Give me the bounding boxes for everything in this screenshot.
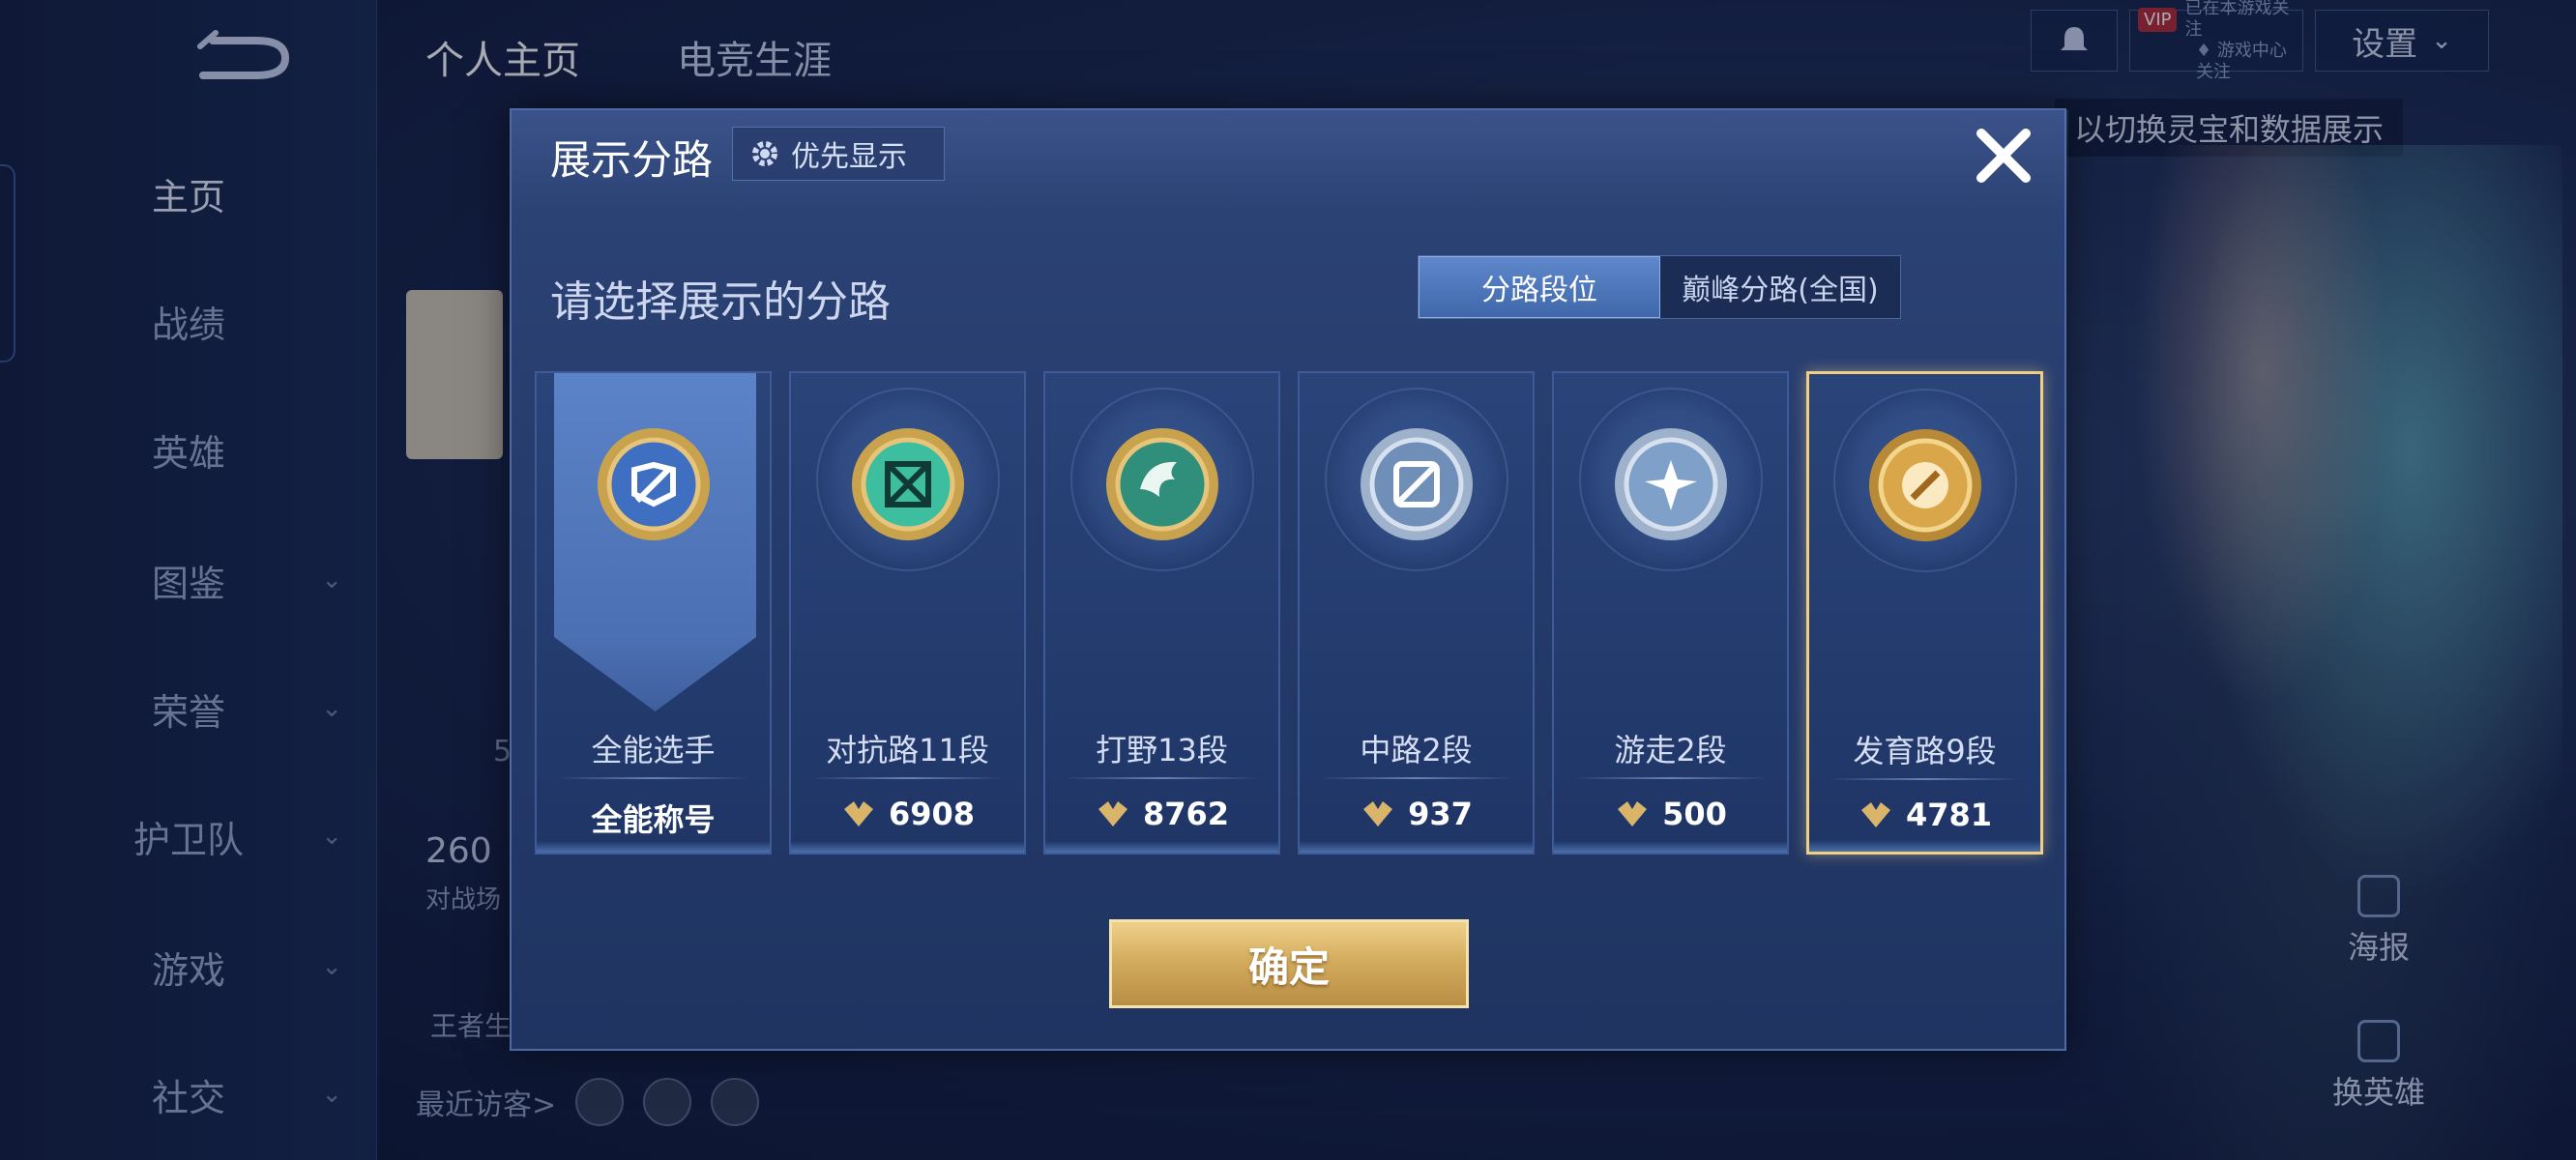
tab-lane-rank[interactable]: 分路段位: [1419, 256, 1660, 318]
lane-name: 全能选手: [591, 732, 716, 768]
lane-score-value: 500: [1662, 796, 1727, 832]
tab-peak-lane-national[interactable]: 巅峰分路(全国): [1660, 256, 1900, 318]
divider: [1319, 777, 1513, 779]
farm-lane-emblem-icon: [1868, 429, 1981, 541]
rank-points-icon: [1098, 801, 1127, 826]
lane-name: 打野13段: [1096, 732, 1228, 768]
lane-card-list: 全能选手 全能称号 对抗路11段 6908 打野13段 8762 中路2段 93…: [535, 371, 2043, 855]
lane-card-roam[interactable]: 游走2段 500: [1552, 371, 1789, 855]
card-foot-glow: [537, 841, 770, 853]
lane-score-value: 937: [1408, 796, 1473, 832]
lane-name: 对抗路11段: [826, 732, 989, 768]
lane-mode-switch: 分路段位 巅峰分路(全国): [1418, 255, 1901, 319]
lane-score: 6908: [791, 796, 1024, 832]
lane-card-jungle[interactable]: 打野13段 8762: [1043, 371, 1280, 855]
dialog-title: 展示分路: [550, 136, 714, 184]
card-foot-glow: [1809, 840, 2040, 852]
lane-card-farm[interactable]: 发育路9段 4781: [1806, 371, 2043, 855]
roam-emblem-icon: [1614, 428, 1727, 540]
divider: [1573, 777, 1768, 779]
lane-card-all-round[interactable]: 全能选手 全能称号: [535, 371, 772, 855]
lane-score: 937: [1300, 796, 1533, 832]
confirm-button[interactable]: 确定: [1109, 919, 1469, 1008]
card-foot-glow: [791, 841, 1024, 853]
rank-points-icon: [843, 801, 873, 826]
lane-card-clash[interactable]: 对抗路11段 6908: [789, 371, 1026, 855]
all-round-emblem-icon: [597, 428, 710, 540]
lane-score: 4781: [1809, 797, 2040, 833]
confirm-label: 确定: [1247, 942, 1330, 991]
divider: [556, 777, 750, 779]
rank-points-icon: [1363, 801, 1393, 826]
card-foot-glow: [1300, 841, 1533, 853]
mid-lane-emblem-icon: [1360, 428, 1473, 540]
lane-name: 发育路9段: [1853, 733, 1997, 769]
clash-lane-emblem-icon: [851, 428, 964, 540]
divider: [810, 777, 1005, 779]
lane-score: 8762: [1045, 796, 1278, 832]
lane-score-value: 4781: [1905, 797, 1993, 833]
priority-display-button[interactable]: 优先显示: [732, 127, 945, 181]
rank-points-icon: [1860, 802, 1890, 827]
lane-name: 中路2段: [1360, 732, 1473, 768]
lane-score-value: 8762: [1142, 796, 1230, 832]
lane-score-value: 全能称号: [591, 801, 716, 838]
gear-icon: [752, 141, 777, 166]
rank-points-icon: [1618, 801, 1648, 826]
dialog-subtitle: 请选择展示的分路: [550, 277, 891, 327]
lane-name: 游走2段: [1614, 732, 1727, 768]
lane-card-mid[interactable]: 中路2段 937: [1298, 371, 1535, 855]
priority-display-label: 优先显示: [791, 140, 907, 174]
lane-display-dialog: 展示分路 优先显示 请选择展示的分路 分路段位 巅峰分路(全国) 全能选手 全能…: [510, 108, 2068, 1051]
jungle-emblem-icon: [1105, 428, 1218, 540]
divider: [1065, 777, 1259, 779]
card-foot-glow: [1045, 841, 1278, 853]
lane-score: 全能称号: [537, 796, 770, 840]
card-foot-glow: [1554, 841, 1787, 853]
lane-score-value: 6908: [888, 796, 976, 832]
divider: [1829, 778, 2021, 780]
close-icon[interactable]: [1972, 124, 2035, 188]
lane-score: 500: [1554, 796, 1787, 832]
